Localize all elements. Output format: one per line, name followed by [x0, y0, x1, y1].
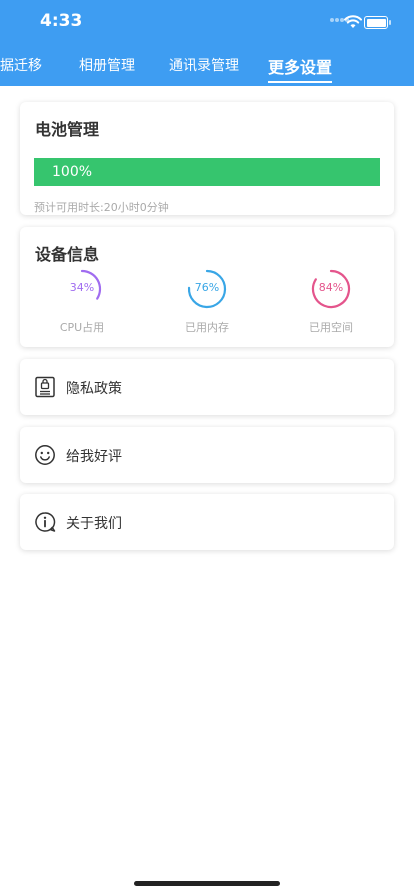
- privacy-doc-icon: [35, 376, 55, 398]
- smiley-icon: [35, 445, 55, 465]
- privacy-policy-label: 隐私政策: [66, 381, 122, 397]
- battery-level-label: 100%: [52, 164, 93, 180]
- about-us-item[interactable]: 关于我们: [20, 494, 394, 550]
- battery-icon: [364, 16, 391, 29]
- active-tab-indicator: [268, 81, 332, 83]
- about-us-label: 关于我们: [66, 516, 122, 532]
- tab-contacts-manage[interactable]: 通讯录管理: [169, 55, 239, 75]
- storage-percent: 84%: [318, 281, 344, 294]
- battery-level-bar: 100%: [34, 158, 380, 186]
- battery-estimate: 预计可用时长:20小时0分钟: [34, 201, 169, 214]
- tab-more-settings[interactable]: 更多设置: [268, 54, 332, 78]
- status-time: 4:33: [40, 11, 83, 31]
- cpu-gauge: 34%: [62, 269, 102, 309]
- privacy-policy-item[interactable]: 隐私政策: [20, 359, 394, 415]
- storage-label: 已用空间: [309, 321, 353, 334]
- rate-us-label: 给我好评: [66, 449, 122, 465]
- cpu-label: CPU占用: [59, 321, 105, 334]
- wifi-icon: [344, 15, 362, 28]
- signal-icon: [330, 7, 352, 22]
- storage-gauge: 84%: [311, 269, 351, 309]
- memory-label: 已用内存: [185, 321, 229, 334]
- battery-card: 电池管理 100% 预计可用时长:20小时0分钟: [20, 102, 394, 215]
- memory-percent: 76%: [194, 281, 220, 294]
- memory-gauge: 76%: [187, 269, 227, 309]
- device-info-title: 设备信息: [35, 245, 100, 264]
- tab-album-manage[interactable]: 相册管理: [79, 55, 135, 75]
- home-indicator[interactable]: [134, 881, 280, 886]
- info-bubble-icon: [35, 512, 56, 532]
- rate-us-item[interactable]: 给我好评: [20, 427, 394, 483]
- battery-card-title: 电池管理: [35, 120, 100, 139]
- tab-data-migration[interactable]: 据迁移: [0, 55, 42, 75]
- device-info-card: 设备信息 34% CPU占用 76% 已用内存 84% 已用空间: [20, 227, 394, 347]
- cpu-percent: 34%: [69, 281, 95, 294]
- top-bar: 4:33 据迁移 相册管理 通讯录管理 更多设置: [0, 0, 414, 86]
- tab-bar: 据迁移 相册管理 通讯录管理 更多设置: [0, 50, 414, 86]
